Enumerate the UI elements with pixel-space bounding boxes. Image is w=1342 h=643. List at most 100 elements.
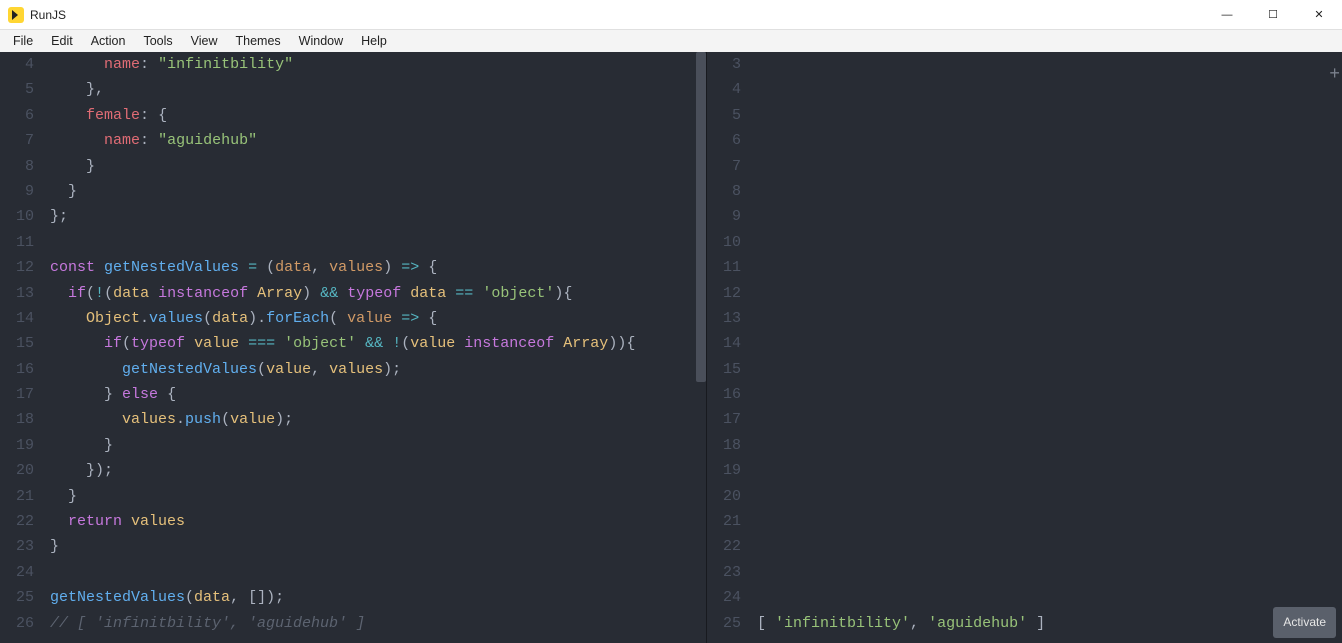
line-number: 21 <box>0 484 34 509</box>
code-line[interactable]: }); <box>50 458 706 483</box>
code-line[interactable]: }, <box>50 77 706 102</box>
code-line[interactable]: values.push(value); <box>50 407 706 432</box>
output-line <box>757 509 1342 534</box>
output-line <box>757 281 1342 306</box>
menu-tools[interactable]: Tools <box>134 32 181 50</box>
output-line <box>757 433 1342 458</box>
output-line <box>757 154 1342 179</box>
code-line[interactable]: } <box>50 534 706 559</box>
code-line[interactable]: } else { <box>50 382 706 407</box>
output-line <box>757 585 1342 610</box>
code-line[interactable] <box>50 230 706 255</box>
code-line[interactable]: if(typeof value === 'object' && !(value … <box>50 331 706 356</box>
output-line <box>757 407 1342 432</box>
menu-edit[interactable]: Edit <box>42 32 82 50</box>
code-line[interactable]: } <box>50 154 706 179</box>
output-line <box>757 484 1342 509</box>
output-gutter: 345678910111213141516171819202122232425 <box>707 52 751 643</box>
line-number: 8 <box>707 179 741 204</box>
code-line[interactable] <box>50 560 706 585</box>
output-line <box>757 560 1342 585</box>
output-line <box>757 382 1342 407</box>
line-number: 19 <box>0 433 34 458</box>
titlebar-left: RunJS <box>0 7 66 23</box>
line-number: 3 <box>707 52 741 77</box>
line-number: 8 <box>0 154 34 179</box>
output-line <box>757 534 1342 559</box>
line-number: 13 <box>0 281 34 306</box>
output-line <box>757 128 1342 153</box>
line-number: 17 <box>707 407 741 432</box>
code-line[interactable]: const getNestedValues = (data, values) =… <box>50 255 706 280</box>
line-number: 22 <box>707 534 741 559</box>
line-number: 18 <box>707 433 741 458</box>
titlebar: RunJS — ☐ ✕ <box>0 0 1342 30</box>
code-line[interactable]: if(!(data instanceof Array) && typeof da… <box>50 281 706 306</box>
line-number: 6 <box>0 103 34 128</box>
code-line[interactable]: female: { <box>50 103 706 128</box>
line-number: 23 <box>707 560 741 585</box>
scrollbar-thumb[interactable] <box>696 52 706 382</box>
code-line[interactable]: getNestedValues(data, []); <box>50 585 706 610</box>
menu-action[interactable]: Action <box>82 32 135 50</box>
code-editor-pane[interactable]: 4567891011121314151617181920212223242526… <box>0 52 707 643</box>
output-line <box>757 77 1342 102</box>
menu-help[interactable]: Help <box>352 32 396 50</box>
window-controls: — ☐ ✕ <box>1204 0 1342 30</box>
output-line <box>757 204 1342 229</box>
code-line[interactable]: return values <box>50 509 706 534</box>
add-tab-icon[interactable]: + <box>1329 66 1340 84</box>
output-line <box>757 357 1342 382</box>
line-number: 26 <box>0 611 34 636</box>
code-line[interactable]: }; <box>50 204 706 229</box>
line-number: 10 <box>707 230 741 255</box>
line-number: 6 <box>707 128 741 153</box>
editor-area: 4567891011121314151617181920212223242526… <box>0 52 1342 643</box>
line-number: 10 <box>0 204 34 229</box>
line-number: 11 <box>0 230 34 255</box>
code-line[interactable]: getNestedValues(value, values); <box>50 357 706 382</box>
line-number: 4 <box>707 77 741 102</box>
code-line[interactable]: // [ 'infinitbility', 'aguidehub' ] <box>50 611 706 636</box>
line-number: 13 <box>707 306 741 331</box>
line-number: 7 <box>707 154 741 179</box>
menu-file[interactable]: File <box>4 32 42 50</box>
code-line[interactable]: } <box>50 179 706 204</box>
line-number: 9 <box>0 179 34 204</box>
code-content[interactable]: name: "infinitbility" }, female: { name:… <box>44 52 706 643</box>
code-line[interactable]: } <box>50 484 706 509</box>
line-number: 24 <box>0 560 34 585</box>
output-line <box>757 306 1342 331</box>
output-line <box>757 331 1342 356</box>
menubar: File Edit Action Tools View Themes Windo… <box>0 30 1342 52</box>
line-number: 18 <box>0 407 34 432</box>
output-line <box>757 230 1342 255</box>
minimize-button[interactable]: — <box>1204 0 1250 30</box>
line-number: 16 <box>0 357 34 382</box>
line-number: 12 <box>0 255 34 280</box>
maximize-button[interactable]: ☐ <box>1250 0 1296 30</box>
output-line <box>757 52 1342 77</box>
line-number: 24 <box>707 585 741 610</box>
code-line[interactable]: } <box>50 433 706 458</box>
menu-view[interactable]: View <box>182 32 227 50</box>
menu-window[interactable]: Window <box>290 32 352 50</box>
line-number: 21 <box>707 509 741 534</box>
line-number: 25 <box>0 585 34 610</box>
code-line[interactable]: Object.values(data).forEach( value => { <box>50 306 706 331</box>
line-number: 19 <box>707 458 741 483</box>
line-number: 11 <box>707 255 741 280</box>
line-number: 4 <box>0 52 34 77</box>
code-line[interactable]: name: "infinitbility" <box>50 52 706 77</box>
code-gutter: 4567891011121314151617181920212223242526 <box>0 52 44 643</box>
output-pane: 345678910111213141516171819202122232425 … <box>707 52 1342 643</box>
activate-button[interactable]: Activate <box>1273 607 1336 638</box>
line-number: 17 <box>0 382 34 407</box>
code-line[interactable]: name: "aguidehub" <box>50 128 706 153</box>
line-number: 25 <box>707 611 741 636</box>
line-number: 15 <box>0 331 34 356</box>
line-number: 23 <box>0 534 34 559</box>
line-number: 16 <box>707 382 741 407</box>
close-button[interactable]: ✕ <box>1296 0 1342 30</box>
menu-themes[interactable]: Themes <box>227 32 290 50</box>
